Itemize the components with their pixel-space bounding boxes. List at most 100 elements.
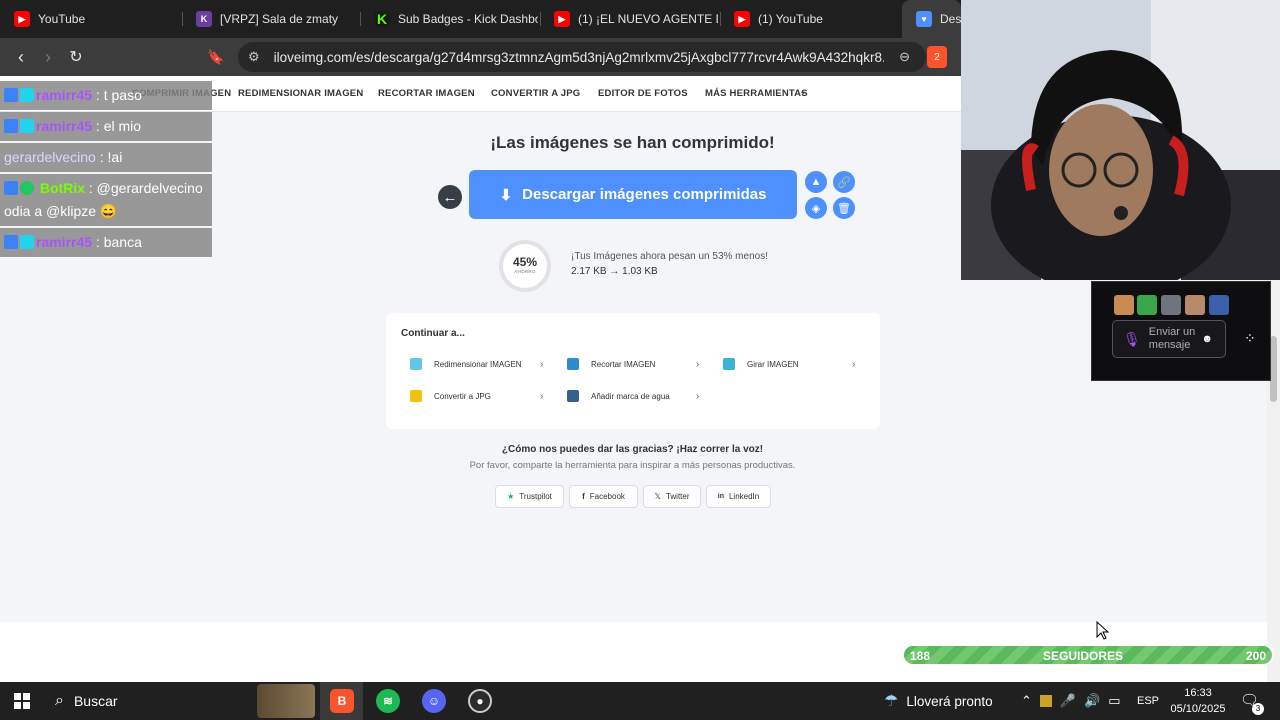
linkedin-button[interactable]: in LinkedIn [706, 485, 771, 508]
goal-target: 200 [1245, 649, 1266, 663]
chat-message: ramirr45 : banca [0, 228, 212, 257]
chevron-right-icon: › [540, 358, 544, 370]
tool-resize[interactable]: Redimensionar IMAGEN › [410, 356, 543, 372]
browser-tab[interactable]: ▶ YouTube [0, 0, 180, 38]
brave-icon[interactable]: B [330, 689, 354, 713]
google-drive-icon[interactable]: ▲ [805, 171, 827, 193]
stream-chat-overlay: ramirr45 : t paso ramirr45 : el mio gera… [0, 81, 212, 259]
chevron-right-icon: › [852, 358, 856, 370]
continue-header: Continuar a... [401, 328, 465, 339]
chevron-right-icon: › [696, 358, 700, 370]
dropbox-icon[interactable]: ◈ [805, 197, 827, 219]
tab-title: Desc [940, 12, 961, 26]
brave-shield-icon[interactable]: 2 [927, 46, 947, 68]
tool-rotate[interactable]: Girar IMAGEN › [723, 356, 855, 372]
address-bar[interactable]: ⚙ iloveimg.com/es/descarga/g27d4mrsg3ztm… [238, 42, 926, 72]
facebook-icon: f [582, 492, 585, 501]
back-icon[interactable]: ‹ [8, 44, 34, 70]
twitter-button[interactable]: 𝕏 Twitter [643, 485, 701, 508]
badge-icon [20, 235, 34, 249]
weather-widget[interactable]: ☂ Lloverá pronto [884, 682, 993, 720]
zoom-icon[interactable]: ⊖ [899, 49, 910, 65]
tool-watermark[interactable]: Añadir marca de agua › [567, 388, 699, 404]
taskbar-search[interactable]: ⌕ Buscar [45, 682, 319, 720]
emote-icon[interactable] [1185, 295, 1205, 315]
browser-tab[interactable]: K [VRPZ] Sala de zmaty [182, 0, 358, 38]
badge-icon [20, 119, 34, 133]
tray-app-icon[interactable] [1039, 695, 1052, 707]
tab-title: Sub Badges - Kick Dashbo [398, 12, 538, 26]
download-button[interactable]: ⬇ Descargar imágenes comprimidas [469, 170, 797, 219]
file-sizes: 2.17 KB → 1.03 KB [571, 266, 658, 277]
emoji-icon[interactable]: ☻ [1201, 333, 1213, 345]
nav-more-tools[interactable]: MÁS HERRAMIENTAS [705, 88, 808, 99]
notification-count: 3 [1252, 703, 1264, 715]
scrollbar-thumb[interactable] [1270, 336, 1277, 402]
trustpilot-button[interactable]: ★ Trustpilot [495, 485, 564, 508]
emote-icon[interactable] [1161, 295, 1181, 315]
tool-crop[interactable]: Recortar IMAGEN › [567, 356, 699, 372]
browser-tab-active[interactable]: ♥ Desc [902, 0, 961, 38]
share-label: Trustpilot [519, 492, 552, 501]
tool-convert-jpg[interactable]: Convertir a JPG › [410, 388, 543, 404]
volume-icon[interactable]: 🔊 [1084, 693, 1100, 709]
microphone-icon[interactable]: 🎤 [1060, 693, 1076, 709]
nav-photo-editor[interactable]: EDITOR DE FOTOS [598, 88, 688, 99]
verified-icon [20, 181, 34, 195]
chat-text: : banca [92, 234, 142, 250]
users-icon[interactable]: ⁘ [1244, 330, 1256, 347]
goal-current: 188 [910, 649, 931, 663]
goal-label: SEGUIDORES [1043, 649, 1124, 663]
windows-start-icon[interactable] [14, 693, 30, 709]
microphone-icon[interactable]: 🎙 [1123, 331, 1141, 348]
clock[interactable]: 16:33 05/10/2025 [1166, 685, 1230, 717]
language-label: ESP [1137, 695, 1160, 707]
spotify-icon[interactable]: ≋ [376, 689, 400, 713]
tool-label: Redimensionar IMAGEN [434, 359, 522, 369]
chat-username: ramirr45 [36, 234, 93, 250]
nav-convert-jpg[interactable]: CONVERTIR A JPG [491, 88, 580, 99]
chevron-up-icon[interactable]: ⌃ [1021, 693, 1032, 709]
share-label: Twitter [665, 492, 690, 501]
trash-icon[interactable]: 🗑 [833, 197, 855, 219]
badge-icon [20, 88, 34, 102]
forward-icon[interactable]: › [35, 44, 61, 70]
kick-chat-widget: 🎙 Enviar un mensaje ☻ ⁘ [1091, 281, 1271, 381]
tab-title: (1) ¡EL NUEVO AGENTE DE [578, 12, 718, 26]
language-indicator[interactable]: ESP [1137, 682, 1159, 720]
nav-resize[interactable]: REDIMENSIONAR IMAGEN [238, 88, 363, 99]
download-icon: ⬇ [499, 186, 513, 204]
bookmark-icon[interactable]: 🔖 [203, 44, 229, 70]
browser-tab[interactable]: ▶ (1) YouTube [720, 0, 898, 38]
youtube-icon: ▶ [734, 11, 750, 27]
browser-tab[interactable]: ▶ (1) ¡EL NUEVO AGENTE DE [540, 0, 718, 38]
chat-message: ramirr45 : el mio [0, 112, 212, 141]
obs-icon[interactable]: ● [468, 689, 492, 713]
screen: ▶ YouTube K [VRPZ] Sala de zmaty K Sub B… [0, 0, 1280, 720]
browser-tab[interactable]: K Sub Badges - Kick Dashbo [360, 0, 538, 38]
search-highlight-image [257, 684, 315, 718]
emote-icon[interactable] [1137, 295, 1157, 315]
emote-icon[interactable] [1114, 295, 1134, 315]
link-icon[interactable]: 🔗 [833, 171, 855, 193]
discord-icon[interactable]: ☺ [422, 689, 446, 713]
facebook-button[interactable]: f Facebook [569, 485, 638, 508]
badge-icon [4, 88, 18, 102]
reload-icon[interactable]: ↻ [63, 44, 89, 70]
share-label: LinkedIn [728, 492, 760, 501]
back-arrow-icon[interactable]: ← [438, 185, 462, 209]
network-icon[interactable]: ▭ [1108, 693, 1120, 709]
chat-username: ramirr45 [36, 87, 93, 103]
result-title: ¡Las imágenes se han comprimido! [490, 133, 775, 152]
chevron-right-icon: › [540, 390, 544, 402]
chat-input[interactable]: 🎙 Enviar un mensaje ☻ [1112, 320, 1226, 358]
chat-text: : el mio [92, 118, 142, 134]
jpg-icon [410, 390, 422, 402]
emote-icon[interactable] [1209, 295, 1229, 315]
linkedin-icon: in [717, 493, 724, 500]
nav-crop[interactable]: RECORTAR IMAGEN [378, 88, 475, 99]
savings-ring: 45% AHORRO [499, 240, 551, 292]
savings-label: AHORRO [514, 269, 536, 274]
tool-label: Añadir marca de agua [591, 391, 670, 401]
site-settings-icon[interactable]: ⚙ [248, 49, 260, 65]
